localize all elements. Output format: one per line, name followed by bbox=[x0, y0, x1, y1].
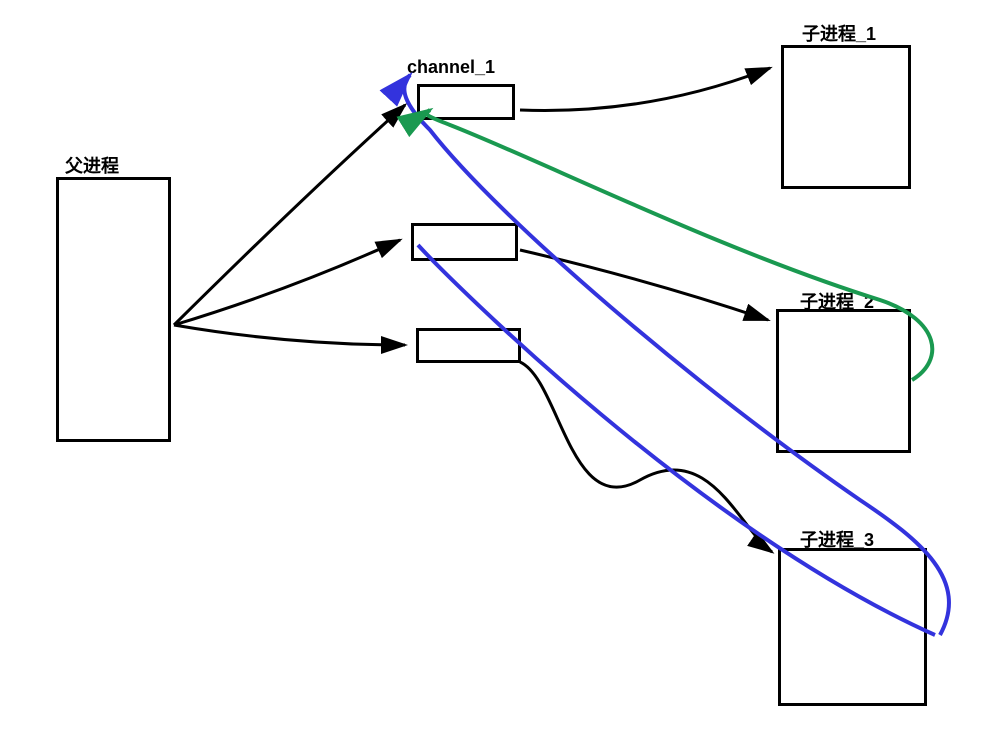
arrow-parent-to-channel1 bbox=[174, 105, 405, 325]
child-1-label: 子进程_1 bbox=[802, 20, 876, 46]
child-2-label: 子进程_2 bbox=[800, 288, 874, 314]
channel-2-box bbox=[411, 223, 518, 261]
arrow-channel3-to-child3 bbox=[520, 362, 772, 552]
arrow-parent-to-channel2 bbox=[174, 240, 400, 325]
channel-1-label: channel_1 bbox=[407, 57, 495, 78]
channel-1-box bbox=[417, 84, 515, 120]
child-3-box bbox=[778, 548, 927, 706]
arrow-channel1-to-child1 bbox=[520, 68, 770, 110]
parent-process-label: 父进程 bbox=[65, 152, 119, 178]
channel-3-box bbox=[416, 328, 521, 363]
arrow-parent-to-channel3 bbox=[174, 325, 405, 345]
child-2-box bbox=[776, 309, 911, 453]
child-3-label: 子进程_3 bbox=[800, 526, 874, 552]
arrow-channel2-to-child2 bbox=[520, 250, 768, 320]
parent-process-box bbox=[56, 177, 171, 442]
child-1-box bbox=[781, 45, 911, 189]
